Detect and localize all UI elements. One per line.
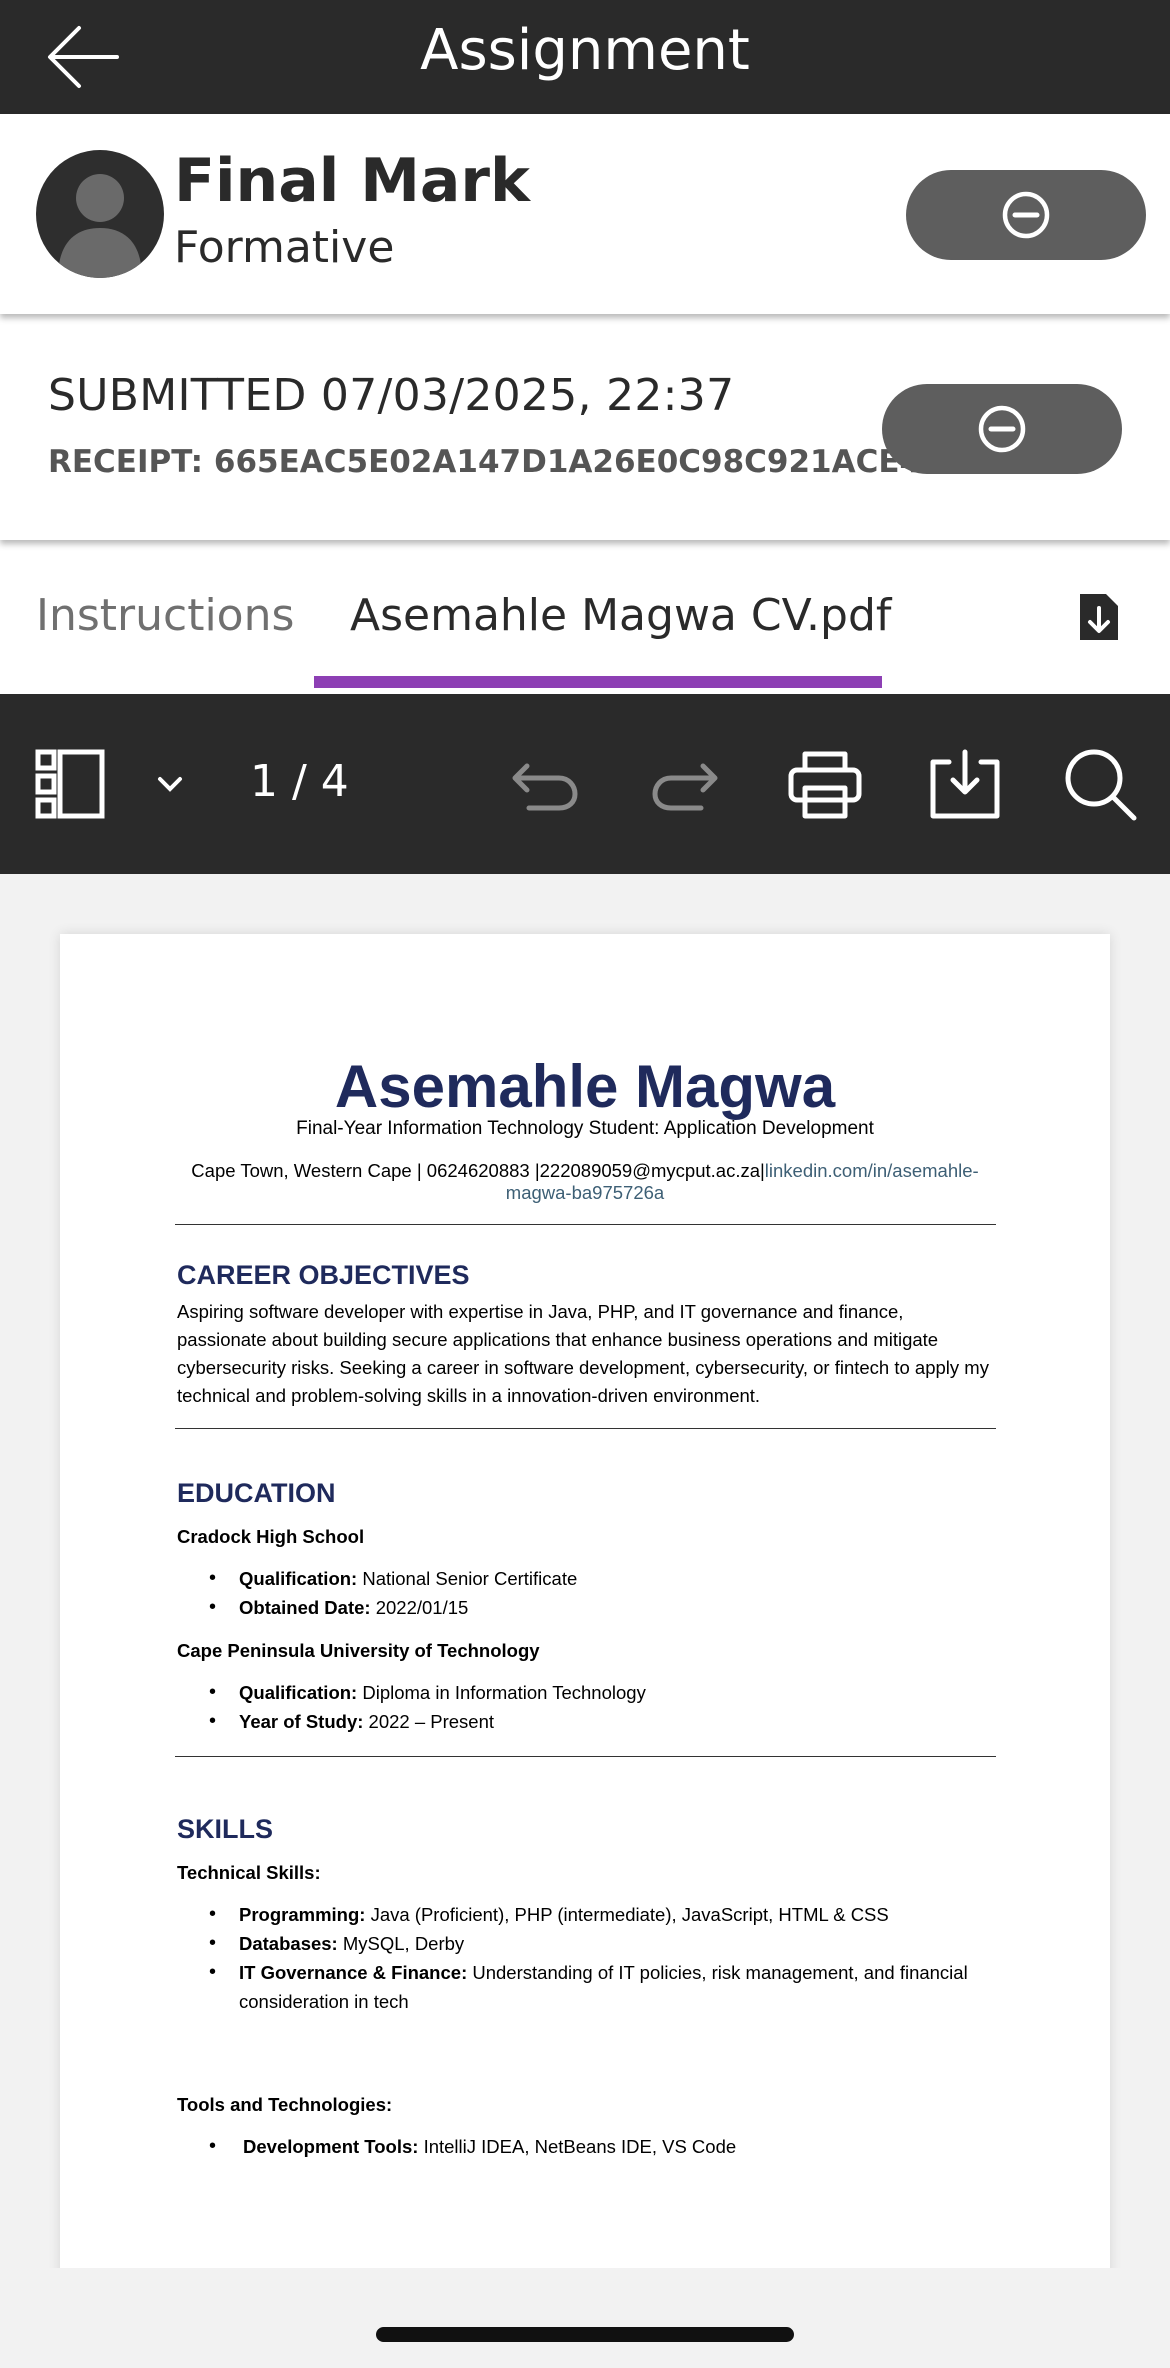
item-label: Qualification: (239, 1682, 358, 1703)
pdf-toolbar: 1 / 4 (0, 694, 1170, 874)
list-item: Databases: MySQL, Derby (177, 1929, 997, 1958)
career-objectives-heading: CAREER OBJECTIVES (177, 1260, 470, 1290)
item-label: IT Governance & Finance: (239, 1962, 468, 1983)
search-icon[interactable] (1060, 744, 1140, 824)
school-details: Qualification: Diploma in Information Te… (177, 1678, 997, 1736)
item-value: MySQL, Derby (337, 1933, 465, 1954)
list-item: Qualification: Diploma in Information Te… (177, 1678, 997, 1707)
document-viewer[interactable]: Asemahle Magwa Final-Year Information Te… (0, 874, 1170, 2268)
career-objectives-text: Aspiring software developer with experti… (177, 1301, 989, 1406)
tab-bar: Instructions Asemahle Magwa CV.pdf (0, 540, 1170, 694)
page-title: Assignment (420, 17, 750, 83)
avatar (36, 150, 164, 278)
save-icon[interactable] (925, 744, 1005, 824)
cv-headline: Final-Year Information Technology Studen… (296, 1118, 874, 1139)
school-details: Qualification: National Senior Certifica… (177, 1564, 997, 1622)
tools-heading: Tools and Technologies: (177, 2094, 393, 2115)
divider (175, 1428, 996, 1429)
remove-submission-button[interactable] (882, 384, 1122, 474)
school-name: Cradock High School (177, 1526, 365, 1547)
final-mark-card: Final Mark Formative (0, 114, 1170, 314)
item-value: 2022/01/15 (370, 1597, 469, 1618)
item-label: Year of Study: (239, 1711, 364, 1732)
file-download-icon[interactable] (1070, 588, 1128, 646)
minus-circle-icon (1002, 191, 1050, 239)
technical-skills-heading: Technical Skills: (177, 1862, 321, 1883)
divider (175, 1756, 996, 1757)
final-mark-title: Final Mark (174, 146, 530, 216)
technical-skills-list: Programming: Java (Proficient), PHP (int… (177, 1900, 997, 2016)
item-value: National Senior Certificate (357, 1568, 578, 1589)
item-value: IntelliJ IDEA, NetBeans IDE, VS Code (418, 2136, 737, 2157)
redo-icon[interactable] (645, 744, 725, 824)
undo-icon[interactable] (505, 744, 585, 824)
page-indicator: 1 / 4 (250, 756, 349, 807)
app-bar: Assignment (0, 0, 1170, 114)
sidebar-icon[interactable] (30, 744, 110, 824)
list-item: Qualification: National Senior Certifica… (177, 1564, 997, 1593)
item-label: Obtained Date: (239, 1597, 371, 1618)
submission-card: SUBMITTED 07/03/2025, 22:37 RECEIPT: 665… (0, 314, 1170, 540)
list-item: Development Tools: IntelliJ IDEA, NetBea… (177, 2132, 997, 2161)
cv-name: Asemahle Magwa (334, 1053, 836, 1120)
active-tab-indicator (314, 676, 882, 688)
submitted-timestamp: SUBMITTED 07/03/2025, 22:37 (48, 370, 735, 421)
list-item: IT Governance & Finance: Understanding o… (177, 1958, 997, 2016)
item-label: Databases: (239, 1933, 338, 1954)
list-item: Year of Study: 2022 – Present (177, 1707, 997, 1736)
list-item: Obtained Date: 2022/01/15 (177, 1593, 997, 1622)
cv-contact-text: Cape Town, Western Cape | 0624620883 |22… (191, 1160, 765, 1181)
chevron-down-icon[interactable] (150, 744, 190, 824)
tab-instructions[interactable]: Instructions (36, 590, 294, 641)
final-mark-subtitle: Formative (174, 222, 395, 273)
pdf-page: Asemahle Magwa Final-Year Information Te… (60, 934, 1110, 2268)
item-value: Diploma in Information Technology (357, 1682, 646, 1703)
divider (175, 1224, 996, 1225)
skills-heading: SKILLS (177, 1814, 274, 1844)
collapse-mark-button[interactable] (906, 170, 1146, 260)
item-label: Qualification: (239, 1568, 358, 1589)
item-label: Development Tools: (243, 2136, 419, 2157)
education-heading: EDUCATION (177, 1478, 336, 1508)
item-label: Programming: (239, 1904, 366, 1925)
list-item: Programming: Java (Proficient), PHP (int… (177, 1900, 997, 1929)
home-indicator[interactable] (376, 2327, 794, 2342)
tab-file[interactable]: Asemahle Magwa CV.pdf (350, 590, 891, 641)
print-icon[interactable] (785, 744, 865, 824)
tools-list: Development Tools: IntelliJ IDEA, NetBea… (177, 2132, 997, 2161)
item-value: Java (Proficient), PHP (intermediate), J… (365, 1904, 889, 1925)
minus-circle-icon (978, 405, 1026, 453)
school-name: Cape Peninsula University of Technology (177, 1640, 540, 1661)
receipt-id: RECEIPT: 665EAC5E02A147D1A26E0C98C921ACE… (48, 444, 922, 480)
item-value: 2022 – Present (363, 1711, 495, 1732)
cv-contact: Cape Town, Western Cape | 0624620883 |22… (175, 1160, 995, 1204)
